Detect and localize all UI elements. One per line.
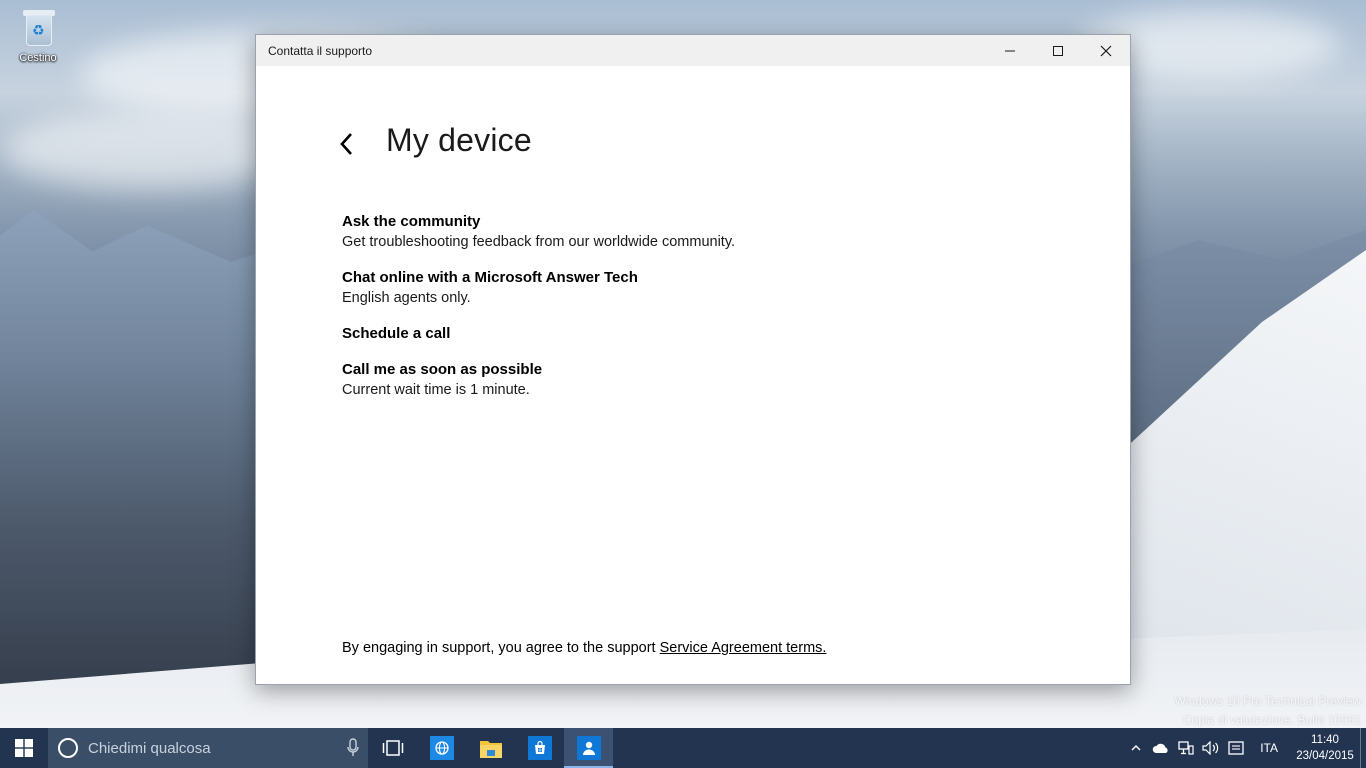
windows-logo-icon <box>15 739 33 757</box>
footer-text: By engaging in support, you agree to the… <box>342 640 660 656</box>
option-chat-online[interactable]: Chat online with a Microsoft Answer Tech… <box>342 268 942 308</box>
file-explorer-icon <box>479 741 502 758</box>
ie-icon <box>429 736 454 760</box>
build-watermark: Windows 10 Pro Technical Preview Copia d… <box>1174 692 1361 730</box>
taskbar-contact-support-button[interactable] <box>564 728 613 768</box>
task-view-button[interactable] <box>368 728 417 768</box>
recycle-bin-icon: ♻ <box>20 8 56 48</box>
start-button[interactable] <box>0 728 48 768</box>
taskbar-ie-button[interactable] <box>417 728 466 768</box>
desktop-icon-recycle-bin[interactable]: ♻ Cestino <box>10 8 66 64</box>
service-agreement-note: By engaging in support, you agree to the… <box>342 640 826 656</box>
chevron-up-icon <box>1131 745 1141 751</box>
network-icon <box>1178 741 1194 755</box>
desktop-icon-label: Cestino <box>19 52 57 64</box>
service-agreement-link[interactable]: Service Agreement terms. <box>660 640 827 656</box>
option-call-me-asap[interactable]: Call me as soon as possible Current wait… <box>342 360 942 400</box>
option-description: Get troubleshooting feedback from our wo… <box>342 234 736 250</box>
option-description: Current wait time is 1 minute. <box>342 382 530 398</box>
maximize-button[interactable] <box>1034 35 1082 66</box>
contact-support-icon <box>576 736 601 760</box>
option-schedule-call[interactable]: Schedule a call <box>342 324 942 344</box>
onedrive-tray-button[interactable] <box>1148 728 1173 768</box>
volume-icon <box>1202 741 1218 755</box>
window-title: Contatta il supporto <box>268 43 373 58</box>
minimize-button[interactable] <box>986 35 1034 66</box>
search-placeholder: Chiedimi qualcosa <box>88 739 211 757</box>
watermark-line-1: Windows 10 Pro Technical Preview <box>1174 694 1361 708</box>
cortana-icon <box>58 738 78 758</box>
clock-date: 23/04/2015 <box>1296 750 1354 762</box>
taskbar-file-explorer-button[interactable] <box>466 728 515 768</box>
close-icon <box>1100 45 1112 56</box>
window-content: My device Ask the community Get troubles… <box>256 66 1130 684</box>
action-center-tray-button[interactable] <box>1223 728 1248 768</box>
page-title: My device <box>386 122 532 158</box>
support-options-list: Ask the community Get troubleshooting fe… <box>342 212 942 416</box>
back-arrow-icon <box>340 133 352 155</box>
store-icon <box>527 736 552 760</box>
minimize-icon <box>1005 50 1015 51</box>
onedrive-icon <box>1152 743 1168 753</box>
option-description: English agents only. <box>342 290 471 306</box>
taskbar: Chiedimi qualcosa ITA 11:40 23/04/2015 <box>0 728 1366 768</box>
cortana-search-box[interactable]: Chiedimi qualcosa <box>48 728 368 768</box>
input-language-indicator[interactable]: ITA <box>1248 741 1290 755</box>
support-window: Contatta il supporto My device Ask the c… <box>255 34 1131 685</box>
action-center-icon <box>1228 741 1244 755</box>
volume-tray-button[interactable] <box>1198 728 1223 768</box>
title-bar[interactable]: Contatta il supporto <box>256 35 1130 66</box>
clock[interactable]: 11:40 23/04/2015 <box>1290 732 1360 764</box>
option-title: Ask the community <box>342 213 481 230</box>
clock-time: 11:40 <box>1311 734 1339 746</box>
back-button[interactable] <box>332 128 360 160</box>
option-ask-community[interactable]: Ask the community Get troubleshooting fe… <box>342 212 942 252</box>
option-title: Schedule a call <box>342 325 451 342</box>
maximize-icon <box>1053 45 1063 56</box>
show-hidden-icons-button[interactable] <box>1123 728 1148 768</box>
show-desktop-button[interactable] <box>1360 728 1366 768</box>
option-title: Chat online with a Microsoft Answer Tech <box>342 269 638 286</box>
microphone-icon <box>347 738 359 756</box>
system-tray: ITA 11:40 23/04/2015 <box>1123 728 1366 768</box>
microphone-button[interactable] <box>338 728 368 768</box>
network-tray-button[interactable] <box>1173 728 1198 768</box>
option-title: Call me as soon as possible <box>342 361 543 378</box>
taskbar-store-button[interactable] <box>515 728 564 768</box>
close-button[interactable] <box>1082 35 1130 66</box>
task-view-icon <box>382 740 403 756</box>
